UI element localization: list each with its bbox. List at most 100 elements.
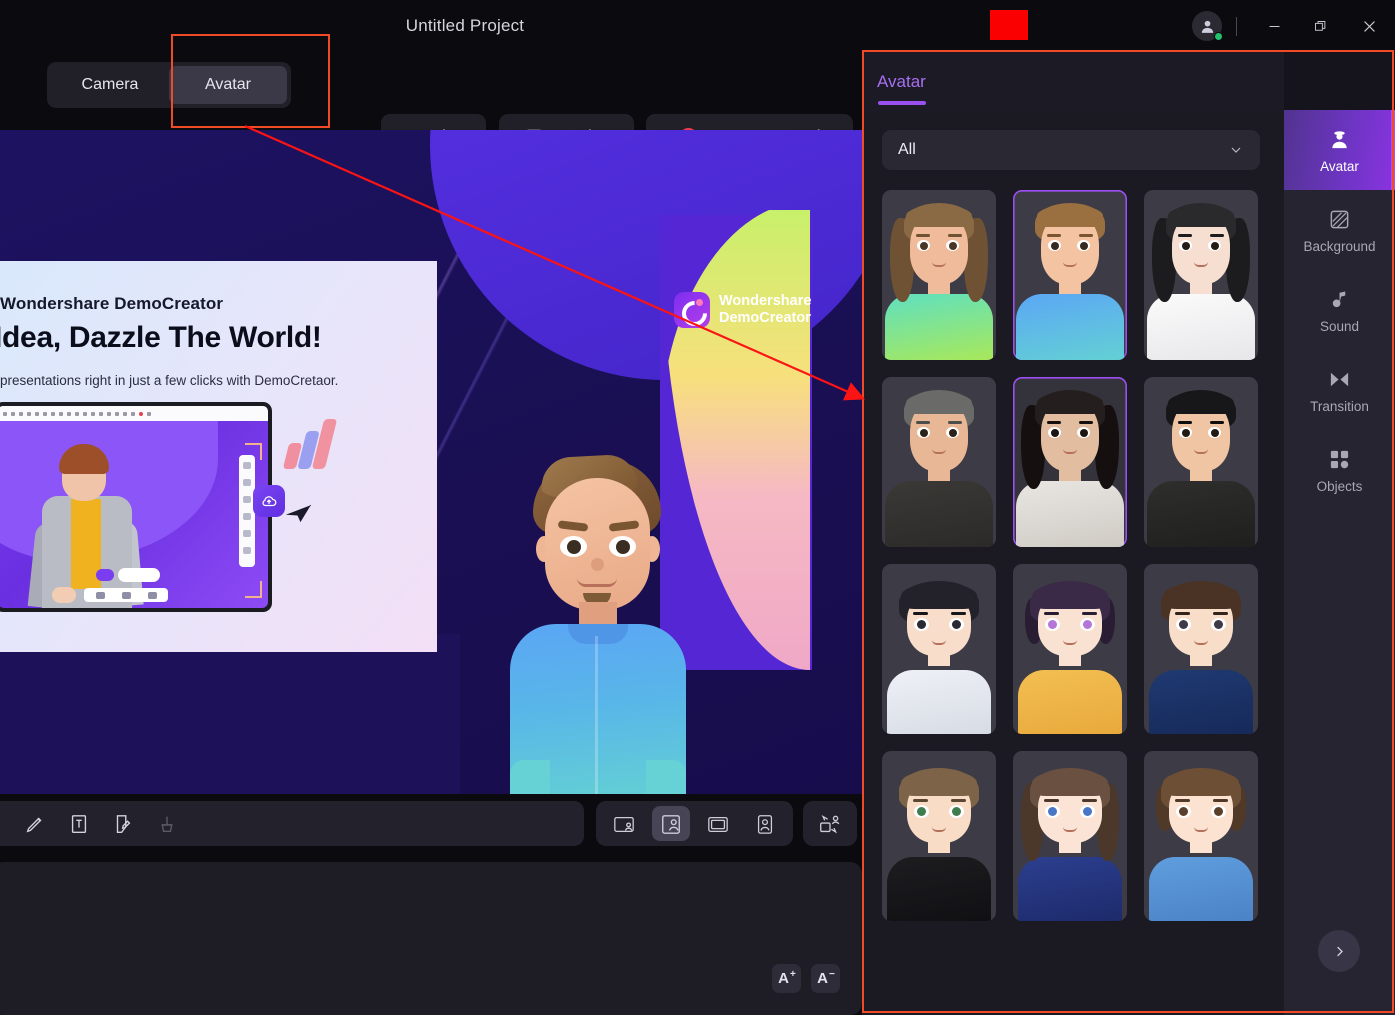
- avatar-clothing: [887, 857, 991, 921]
- layout-avatar-only-button[interactable]: [746, 806, 784, 841]
- preview-stage[interactable]: Wondershare DemoCreator Wondershare Demo…: [0, 130, 862, 794]
- slide-kicker: Wondershare DemoCreator: [0, 294, 224, 313]
- swap-layout-button[interactable]: [803, 801, 857, 846]
- avatar-clothing: [887, 670, 991, 734]
- rail-item-background[interactable]: Background: [1284, 190, 1395, 270]
- background-pattern-icon: [1327, 207, 1352, 232]
- minimize-button[interactable]: [1251, 0, 1297, 52]
- avatar-category-value: All: [898, 141, 916, 158]
- annotate-tool-button[interactable]: [110, 811, 136, 837]
- font-decrease-label: A: [817, 970, 828, 987]
- avatar-card-5[interactable]: [1013, 377, 1127, 547]
- pen-icon: [26, 817, 42, 832]
- avatar-illustration: [1144, 190, 1258, 360]
- chevron-right-icon: [1336, 946, 1343, 956]
- objects-grid-icon: [1327, 447, 1352, 472]
- avatar-card-10[interactable]: [882, 751, 996, 921]
- avatar-card-1[interactable]: [882, 190, 996, 360]
- expand-panel-button[interactable]: [1318, 930, 1360, 972]
- text-tool-button[interactable]: [66, 811, 92, 837]
- tab-avatar[interactable]: Avatar: [877, 72, 926, 92]
- cloud-upload-icon: [262, 496, 277, 507]
- page-title: Untitled Project: [405, 16, 525, 35]
- avatar-card-7[interactable]: [882, 564, 996, 734]
- avatar-grid: [882, 190, 1272, 965]
- maximize-button[interactable]: [1297, 0, 1343, 52]
- rail-label-transition: Transition: [1310, 398, 1369, 414]
- note-edit-icon: [116, 814, 131, 833]
- layout-pip-small-icon: [614, 816, 634, 832]
- title-bar: Untitled Project: [0, 0, 1395, 52]
- avatar-card-6[interactable]: [1144, 377, 1258, 547]
- rail-label-background: Background: [1303, 238, 1376, 254]
- laptop-control-bar: [84, 588, 168, 602]
- avatar-person-icon: [1327, 127, 1352, 152]
- avatar-card-8[interactable]: [1013, 564, 1127, 734]
- avatar-clothing: [1016, 294, 1124, 360]
- avatar-card-11[interactable]: [1013, 751, 1127, 921]
- annotation-toolbar: [0, 794, 862, 856]
- rail-label-sound: Sound: [1319, 318, 1360, 334]
- layout-screen-only-button[interactable]: [699, 806, 737, 841]
- account-avatar-icon: [1201, 20, 1213, 33]
- avatar-category-dropdown[interactable]: All: [882, 130, 1260, 170]
- avatar-card-3[interactable]: [1144, 190, 1258, 360]
- avatar-illustration: [1144, 564, 1258, 734]
- font-increase-button[interactable]: A +: [772, 964, 801, 993]
- font-size-controls: A + A −: [772, 964, 840, 993]
- avatar-illustration: [882, 190, 996, 360]
- divider: [1236, 16, 1237, 36]
- mode-toolbar: Camera Avatar Live Meeting Demo & Record: [0, 52, 862, 160]
- chevron-down-icon: [1231, 147, 1241, 153]
- online-status-dot: [1214, 32, 1223, 41]
- avatar-clothing: [1016, 481, 1124, 547]
- window-controls: [1192, 0, 1395, 52]
- eraser-tool-button[interactable]: [154, 811, 180, 837]
- layout-pip-small-button[interactable]: [605, 806, 643, 841]
- recording-indicator-block: [990, 10, 1028, 40]
- tab-active-underline: [878, 101, 926, 105]
- layout-pip-large-icon: [662, 814, 680, 834]
- rail-item-avatar[interactable]: Avatar: [1284, 110, 1395, 190]
- font-decrease-button[interactable]: A −: [811, 964, 840, 993]
- drawing-tools-group: [0, 801, 584, 846]
- avatar-illustration: [1013, 751, 1127, 921]
- laptop-chat-pills: [96, 567, 160, 582]
- decor-swirl-highlight: [0, 634, 460, 794]
- account-avatar[interactable]: [1192, 11, 1223, 41]
- segment-camera[interactable]: Camera: [51, 66, 169, 104]
- avatar-card-12[interactable]: [1144, 751, 1258, 921]
- avatar-illustration: [1144, 751, 1258, 921]
- avatar-clothing: [1018, 857, 1122, 921]
- rail-label-objects: Objects: [1316, 478, 1363, 494]
- slide-subtitle: presentations right in just a few clicks…: [0, 373, 339, 388]
- layout-pip-large-button[interactable]: [652, 806, 690, 841]
- democreator-app-window: Untitled Project Camera Avatar Wondersha…: [0, 0, 1395, 1015]
- stage-avatar-character[interactable]: [505, 453, 691, 794]
- rail-label-avatar: Avatar: [1320, 158, 1359, 174]
- eraser-brush-icon: [161, 816, 173, 832]
- swap-layout-icon: [820, 814, 840, 834]
- speaker-notes-panel[interactable]: A + A −: [0, 862, 862, 1015]
- avatar-clothing: [885, 481, 993, 547]
- democreator-logo-icon: [674, 292, 710, 328]
- avatar-illustration: [882, 377, 996, 547]
- segment-avatar[interactable]: Avatar: [169, 66, 287, 104]
- font-decrease-sup: −: [829, 969, 835, 980]
- avatar-card-2[interactable]: [1013, 190, 1127, 360]
- avatar-card-4[interactable]: [882, 377, 996, 547]
- avatar-card-9[interactable]: [1144, 564, 1258, 734]
- text-box-icon: [71, 814, 87, 833]
- avatar-illustration: [1013, 564, 1127, 734]
- avatar-illustration: [882, 751, 996, 921]
- restore-icon: [1314, 20, 1325, 31]
- close-button[interactable]: [1343, 0, 1395, 52]
- presentation-slide[interactable]: Wondershare DemoCreator Idea, Dazzle The…: [0, 261, 437, 652]
- rail-item-sound[interactable]: Sound: [1284, 270, 1395, 350]
- right-rail: Avatar Background Sound Transition Objec…: [1284, 110, 1395, 1015]
- decor-bars: [282, 419, 348, 469]
- pen-tool-button[interactable]: [22, 811, 48, 837]
- rail-item-transition[interactable]: Transition: [1284, 350, 1395, 430]
- close-icon: [1363, 20, 1375, 32]
- rail-item-objects[interactable]: Objects: [1284, 430, 1395, 510]
